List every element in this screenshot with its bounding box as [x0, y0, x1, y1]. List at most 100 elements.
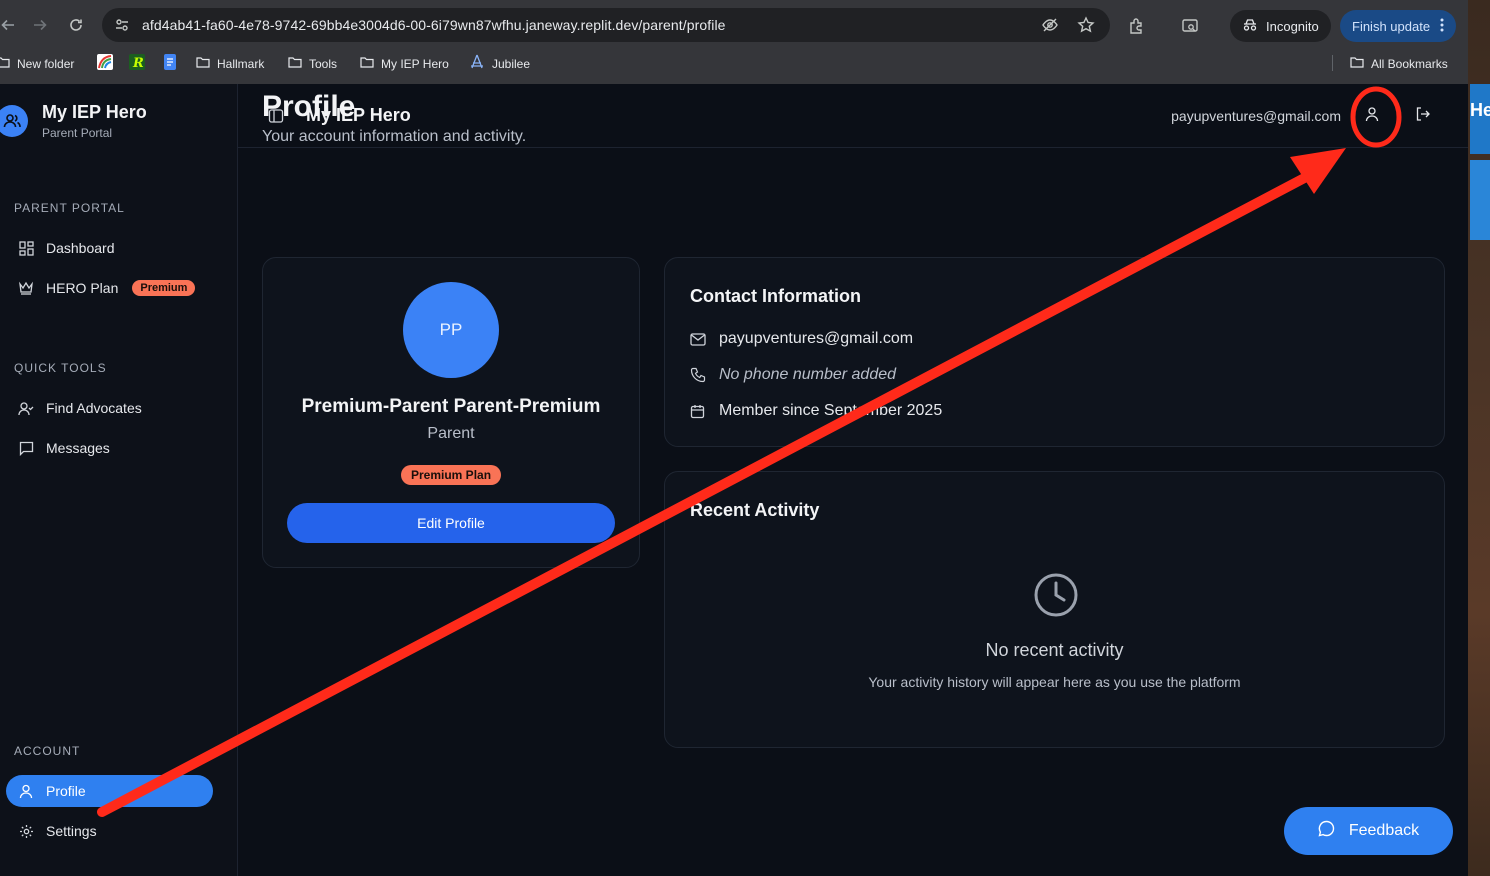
forward-icon[interactable] — [24, 9, 56, 41]
plan-badge: Premium Plan — [401, 465, 502, 485]
bookmark-label: Hallmark — [217, 56, 265, 71]
bookmark-label: My IEP Hero — [381, 56, 449, 71]
sidebar-item-profile[interactable]: Profile — [6, 775, 213, 807]
avatar: PP — [403, 282, 499, 378]
bookmark-jubilee[interactable]: Jubilee — [469, 54, 530, 73]
bookmark-label: Tools — [309, 56, 338, 71]
user-icon[interactable] — [1364, 106, 1384, 126]
profile-name: Premium-Parent Parent-Premium — [301, 396, 601, 417]
all-bookmarks-button[interactable]: All Bookmarks — [1350, 56, 1448, 71]
mail-icon — [690, 331, 706, 347]
feedback-button[interactable]: Feedback — [1284, 807, 1453, 855]
activity-card: Recent Activity No recent activity Your … — [664, 471, 1445, 748]
svg-text:R: R — [132, 56, 144, 70]
star-icon[interactable] — [1076, 15, 1096, 35]
contact-email: payupventures@gmail.com — [719, 330, 914, 347]
page-title: Profile — [262, 90, 356, 123]
omnibox-actions — [1040, 15, 1096, 35]
bookmark-new-folder[interactable]: New folder — [0, 56, 74, 71]
bookmark-r[interactable]: R — [129, 54, 145, 73]
contact-phone: No phone number added — [719, 366, 897, 383]
jubilee-logo-icon — [469, 54, 485, 73]
folder-icon — [196, 56, 210, 71]
phone-icon — [690, 367, 706, 383]
bookmark-docs[interactable] — [162, 54, 178, 73]
message-square-icon — [18, 440, 34, 456]
address-bar[interactable]: afd4ab41-fa60-4e78-9742-69bb4e3004d6-00-… — [102, 8, 1110, 42]
tab-search-icon[interactable] — [1180, 16, 1200, 36]
folder-icon — [288, 56, 302, 71]
gear-icon — [18, 823, 34, 839]
edit-profile-button[interactable]: Edit Profile — [287, 503, 615, 543]
finish-update-button[interactable]: Finish update — [1340, 10, 1457, 42]
member-since: Member since September 2025 — [719, 402, 943, 419]
empty-state-title: No recent activity — [985, 640, 1124, 660]
profile-card: PP Premium-Parent Parent-Premium Parent … — [262, 257, 640, 568]
sidebar-item-label: HERO Plan — [46, 280, 119, 296]
reload-icon[interactable] — [60, 9, 92, 41]
brand-text: My IEP Hero Parent Portal — [42, 102, 147, 140]
users-icon — [0, 105, 28, 137]
kebab-menu-icon — [1440, 18, 1444, 35]
brand-subtitle: Parent Portal — [42, 126, 113, 140]
browser-chrome: afd4ab41-fa60-4e78-9742-69bb4e3004d6-00-… — [0, 0, 1468, 84]
page-subtitle: Your account information and activity. — [262, 128, 527, 145]
sidebar-item-label: Settings — [46, 823, 97, 839]
r-logo-icon: R — [129, 54, 145, 73]
extensions-icon[interactable] — [1127, 16, 1147, 36]
crown-icon — [18, 280, 34, 296]
incognito-label: Incognito — [1266, 18, 1319, 34]
bookmark-rainbow[interactable] — [97, 54, 113, 73]
back-icon[interactable] — [0, 9, 24, 41]
activity-title: Recent Activity — [690, 500, 820, 520]
sidebar-item-label: Dashboard — [46, 240, 115, 256]
browser-toolbar: afd4ab41-fa60-4e78-9742-69bb4e3004d6-00-… — [0, 0, 1468, 48]
finish-update-label: Finish update — [1352, 18, 1431, 34]
eye-off-icon[interactable] — [1040, 15, 1060, 35]
dashboard-icon — [18, 240, 34, 256]
feedback-label: Feedback — [1348, 822, 1420, 839]
premium-badge: Premium — [132, 280, 196, 296]
url-text: afd4ab41-fa60-4e78-9742-69bb4e3004d6-00-… — [142, 17, 726, 33]
folder-icon — [1350, 56, 1364, 71]
brand-title: My IEP Hero — [42, 102, 147, 122]
sidebar-item-dashboard[interactable]: Dashboard — [6, 232, 213, 264]
contact-member-row: Member since September 2025 — [690, 402, 942, 420]
sidebar-item-label: Messages — [46, 440, 110, 456]
section-label-account: ACCOUNT — [14, 744, 81, 758]
contact-card: Contact Information payupventures@gmail.… — [664, 257, 1445, 447]
sidebar-item-settings[interactable]: Settings — [6, 815, 213, 847]
rainbow-logo-icon — [97, 54, 113, 73]
all-bookmarks-label: All Bookmarks — [1371, 56, 1448, 71]
bookmarks-divider — [1332, 55, 1333, 71]
incognito-indicator[interactable]: Incognito — [1230, 10, 1331, 42]
message-circle-icon — [1318, 820, 1335, 842]
brand: My IEP Hero Parent Portal — [0, 102, 147, 140]
bookmark-tools[interactable]: Tools — [288, 56, 337, 71]
sidebar: My IEP Hero Parent Portal PARENT PORTAL … — [0, 84, 238, 876]
desktop-window-fragment — [1470, 160, 1490, 240]
section-label-quick-tools: QUICK TOOLS — [14, 361, 107, 375]
site-settings-icon[interactable] — [114, 16, 132, 34]
docs-icon — [162, 54, 178, 73]
calendar-icon — [690, 403, 706, 419]
folder-icon — [360, 56, 374, 71]
contact-email-row: payupventures@gmail.com — [690, 330, 913, 348]
sidebar-item-messages[interactable]: Messages — [6, 432, 213, 464]
empty-state-hint: Your activity history will appear here a… — [868, 674, 1241, 690]
sidebar-item-find-advocates[interactable]: Find Advocates — [6, 392, 213, 424]
bookmark-my-iep-hero[interactable]: My IEP Hero — [360, 56, 449, 71]
logout-icon[interactable] — [1415, 106, 1435, 126]
sidebar-item-label: Find Advocates — [46, 400, 142, 416]
clock-icon — [1033, 572, 1079, 618]
sidebar-item-label: Profile — [46, 783, 86, 799]
desktop-wallpaper-edge — [1468, 0, 1490, 876]
sidebar-item-hero-plan[interactable]: HERO Plan Premium — [6, 272, 213, 304]
bookmark-hallmark[interactable]: Hallmark — [196, 56, 264, 71]
section-label-parent-portal: PARENT PORTAL — [14, 201, 125, 215]
bookmark-label: New folder — [17, 56, 75, 71]
contact-phone-row: No phone number added — [690, 366, 896, 384]
bookmarks-bar: New folder R Hallmark Tools My IEP Hero … — [0, 48, 1468, 78]
incognito-icon — [1242, 17, 1258, 36]
user-check-icon — [18, 400, 34, 416]
